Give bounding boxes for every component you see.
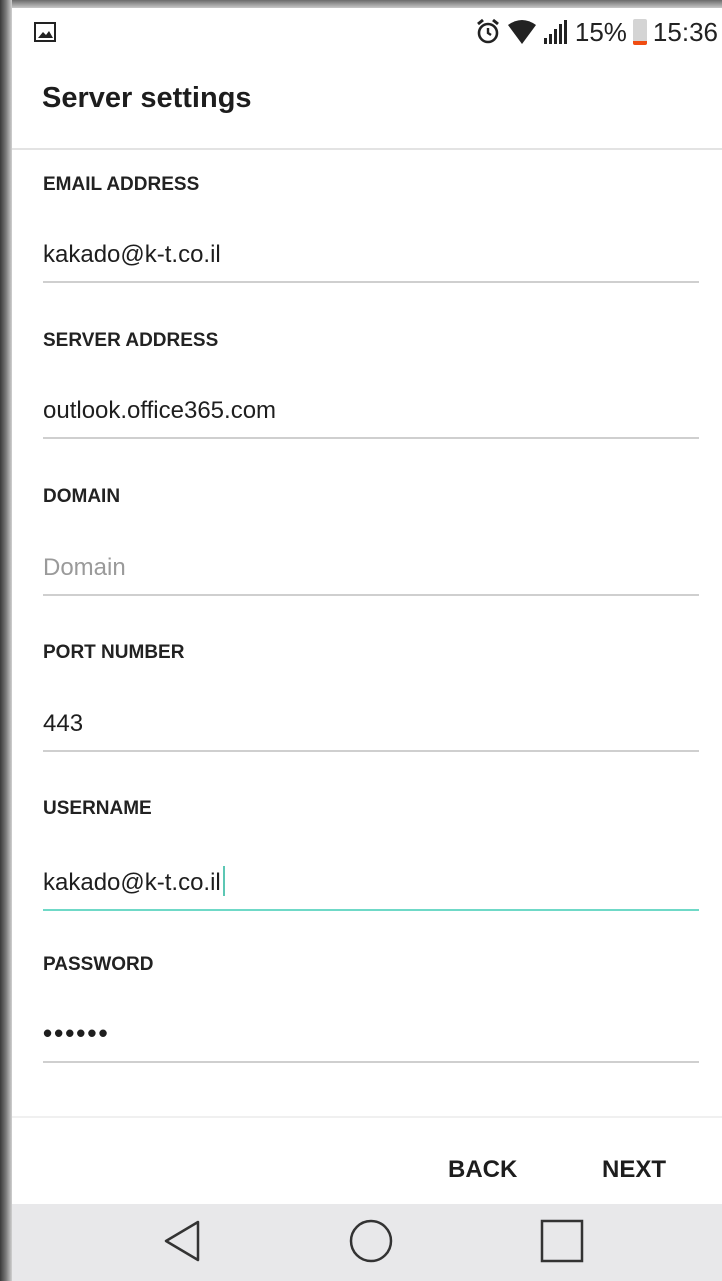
- text-cursor: [222, 866, 225, 896]
- server-address-field[interactable]: outlook.office365.com: [43, 397, 699, 439]
- wifi-icon: [507, 20, 536, 44]
- back-triangle-icon[interactable]: [162, 1218, 202, 1264]
- password-dots: ••••••: [43, 1018, 110, 1048]
- username-label: USERNAME: [43, 798, 152, 819]
- password-field[interactable]: ••••••: [43, 1018, 699, 1063]
- page-title: Server settings: [42, 82, 252, 114]
- status-icons: 15% 15:36: [475, 16, 718, 48]
- battery-percent: 15%: [574, 16, 627, 47]
- email-address-field[interactable]: kakado@k-t.co.il: [43, 241, 699, 283]
- port-number-label: PORT NUMBER: [43, 642, 185, 663]
- device-frame-top: [0, 0, 722, 8]
- port-number-field[interactable]: 443: [43, 710, 699, 752]
- domain-label: DOMAIN: [43, 486, 121, 507]
- domain-field[interactable]: Domain: [43, 554, 699, 596]
- password-label: PASSWORD: [43, 954, 154, 975]
- username-value: kakado@k-t.co.il: [43, 869, 221, 896]
- battery-level: [632, 41, 647, 45]
- signal-icon: [543, 20, 567, 44]
- server-address-label: SERVER ADDRESS: [43, 330, 219, 351]
- screen: 15% 15:36 Server settings EMAIL ADDRESS …: [12, 8, 722, 1281]
- app-bar: Server settings: [12, 54, 722, 150]
- home-circle-icon[interactable]: [348, 1218, 394, 1264]
- recents-square-icon[interactable]: [540, 1218, 584, 1264]
- device-frame-left: [0, 0, 12, 1281]
- gallery-icon: [34, 22, 56, 42]
- next-button[interactable]: NEXT: [602, 1156, 666, 1184]
- button-row: BACK NEXT: [12, 1116, 722, 1214]
- status-bar: 15% 15:36: [12, 8, 722, 54]
- email-address-label: EMAIL ADDRESS: [43, 174, 200, 195]
- navigation-bar: [12, 1204, 722, 1281]
- battery-icon: [632, 19, 647, 45]
- alarm-icon: [476, 18, 499, 44]
- back-button[interactable]: BACK: [448, 1156, 517, 1184]
- status-time: 15:36: [652, 16, 718, 47]
- username-field[interactable]: kakado@k-t.co.il: [43, 866, 699, 911]
